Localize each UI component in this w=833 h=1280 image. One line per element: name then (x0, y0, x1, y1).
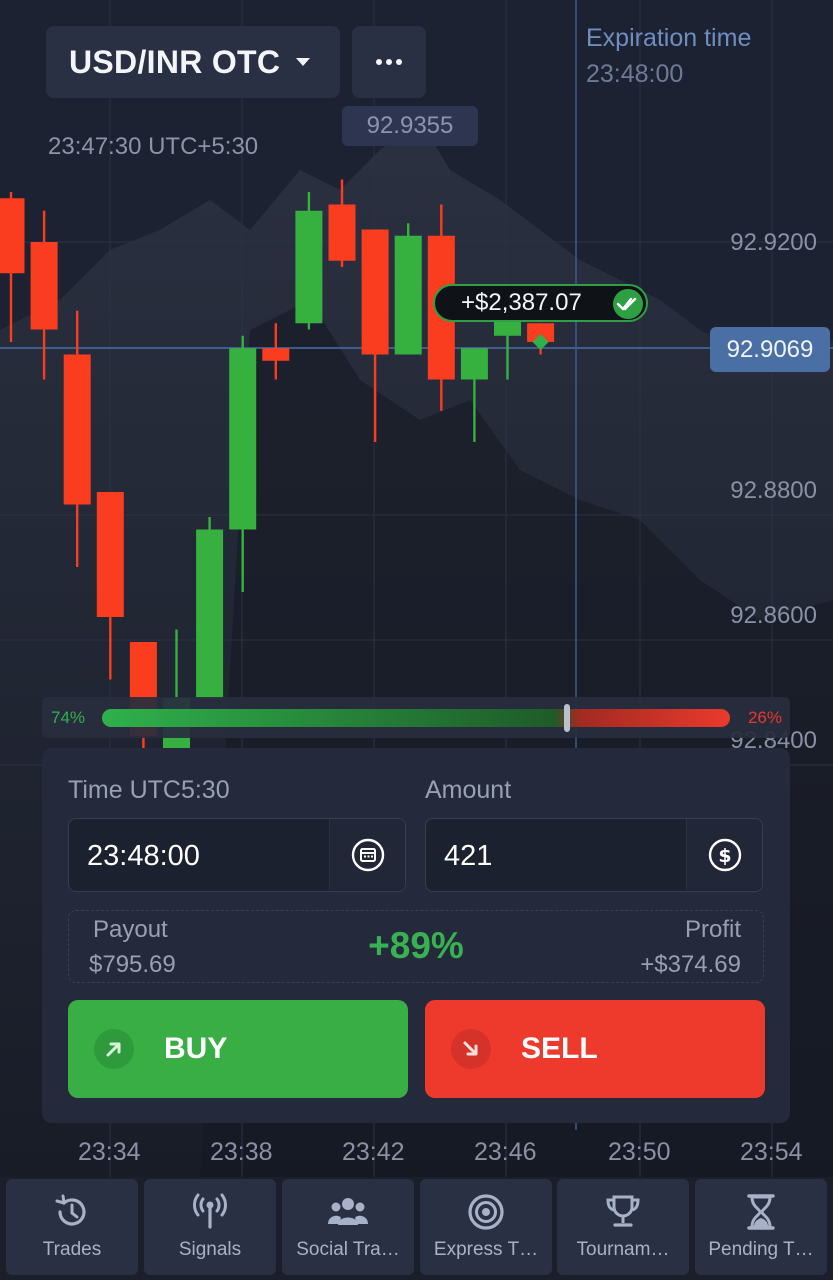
payout-summary: Payout $795.69 +89% Profit +$374.69 (68, 910, 764, 983)
hourglass-icon (747, 1194, 775, 1230)
nav-label: Social Tra… (296, 1239, 400, 1260)
candle-up (394, 235, 422, 355)
current-price-label: 92.9069 (710, 327, 830, 372)
nav-express-trading[interactable]: Express T… (420, 1179, 552, 1275)
x-axis-tick: 23:34 (78, 1138, 141, 1166)
nav-label: Trades (42, 1239, 102, 1260)
buy-button[interactable]: BUY (68, 1000, 408, 1098)
sentiment-bar (102, 704, 730, 732)
trophy-icon (606, 1195, 640, 1227)
candle-down (63, 354, 91, 505)
profit-value: +$374.69 (640, 951, 741, 978)
nav-trades[interactable]: Trades (6, 1179, 138, 1275)
sell-button[interactable]: SELL (425, 1000, 765, 1098)
double-check-icon (613, 289, 643, 319)
x-axis-tick: 23:50 (608, 1138, 671, 1166)
y-axis-tick: 92.9200 (730, 229, 817, 256)
arrow-down-right-icon (451, 1029, 491, 1069)
x-axis-tick: 23:42 (342, 1138, 405, 1166)
x-axis-tick: 23:54 (740, 1138, 803, 1166)
nav-tournaments[interactable]: Tournam… (557, 1179, 689, 1275)
y-axis-tick: 92.8800 (730, 477, 817, 504)
buy-label: BUY (164, 1032, 228, 1065)
more-dot (386, 59, 392, 65)
candle-down (0, 198, 25, 274)
candle-down (328, 204, 356, 261)
candle-down (262, 348, 290, 361)
candle-down (96, 492, 124, 617)
chevron-down-icon (296, 58, 311, 66)
users-icon (328, 1198, 368, 1225)
amount-label: Amount (425, 776, 512, 804)
price-marker: 92.9355 (342, 106, 478, 146)
amount-value: 421 (444, 840, 493, 872)
nav-label: Signals (178, 1239, 242, 1260)
candle-up (229, 348, 257, 530)
expiration-value: 23:48:00 (586, 60, 684, 88)
more-options-button[interactable] (352, 26, 426, 98)
profit-label: Profit (684, 916, 741, 943)
bottom-navigation: Trades Signals Social Tra… Express T… To… (0, 1177, 833, 1280)
trade-result-badge[interactable]: +$2,387.07 (433, 284, 648, 322)
time-field[interactable]: 23:48:00 (68, 818, 406, 892)
arrow-up-right-icon (94, 1029, 134, 1069)
time-value: 23:48:00 (87, 840, 200, 872)
trader-sentiment: 74% 26% (42, 697, 790, 738)
more-dots-icon (376, 59, 382, 65)
nav-signals[interactable]: Signals (144, 1179, 276, 1275)
x-axis-tick: 23:46 (474, 1138, 537, 1166)
candle-up (295, 210, 323, 324)
svg-text:$: $ (718, 845, 731, 867)
trade-result-amount: +$2,387.07 (461, 289, 582, 316)
nav-label: Tournam… (576, 1239, 670, 1260)
target-icon (468, 1194, 504, 1230)
dollar-icon: $ (708, 838, 741, 871)
expiration-label: Expiration time (586, 24, 752, 52)
nav-label: Express T… (433, 1239, 539, 1260)
trade-panel: Time UTC5:30 Amount 23:48:00 421 $ Payou… (42, 748, 790, 1123)
candle-down (361, 229, 389, 355)
sentiment-marker (563, 704, 570, 732)
asset-name: USD/INR OTC (69, 43, 281, 80)
signal-antenna-icon (193, 1193, 227, 1229)
nav-label: Pending T… (708, 1239, 814, 1260)
asset-selector-button[interactable]: USD/INR OTC (46, 26, 340, 98)
history-icon (55, 1194, 86, 1226)
time-picker-button[interactable] (329, 819, 405, 890)
time-label: Time UTC5:30 (68, 776, 230, 804)
nav-pending-trades[interactable]: Pending T… (695, 1179, 827, 1275)
candle-up (196, 529, 224, 699)
y-axis-tick: 92.8600 (730, 602, 817, 629)
calendar-icon (351, 838, 384, 871)
nav-social-trading[interactable]: Social Tra… (282, 1179, 414, 1275)
currency-button[interactable]: $ (686, 819, 762, 890)
x-axis-tick: 23:38 (210, 1138, 273, 1166)
chart-time: 23:47:30 UTC+5:30 (48, 133, 259, 160)
buy-sentiment-percent: 74% (51, 708, 86, 727)
sell-sentiment-percent: 26% (747, 708, 782, 727)
candle-up (460, 348, 488, 380)
amount-field[interactable]: 421 $ (425, 818, 763, 892)
candle-down (30, 242, 58, 330)
more-dot (396, 59, 402, 65)
sell-label: SELL (521, 1032, 598, 1065)
